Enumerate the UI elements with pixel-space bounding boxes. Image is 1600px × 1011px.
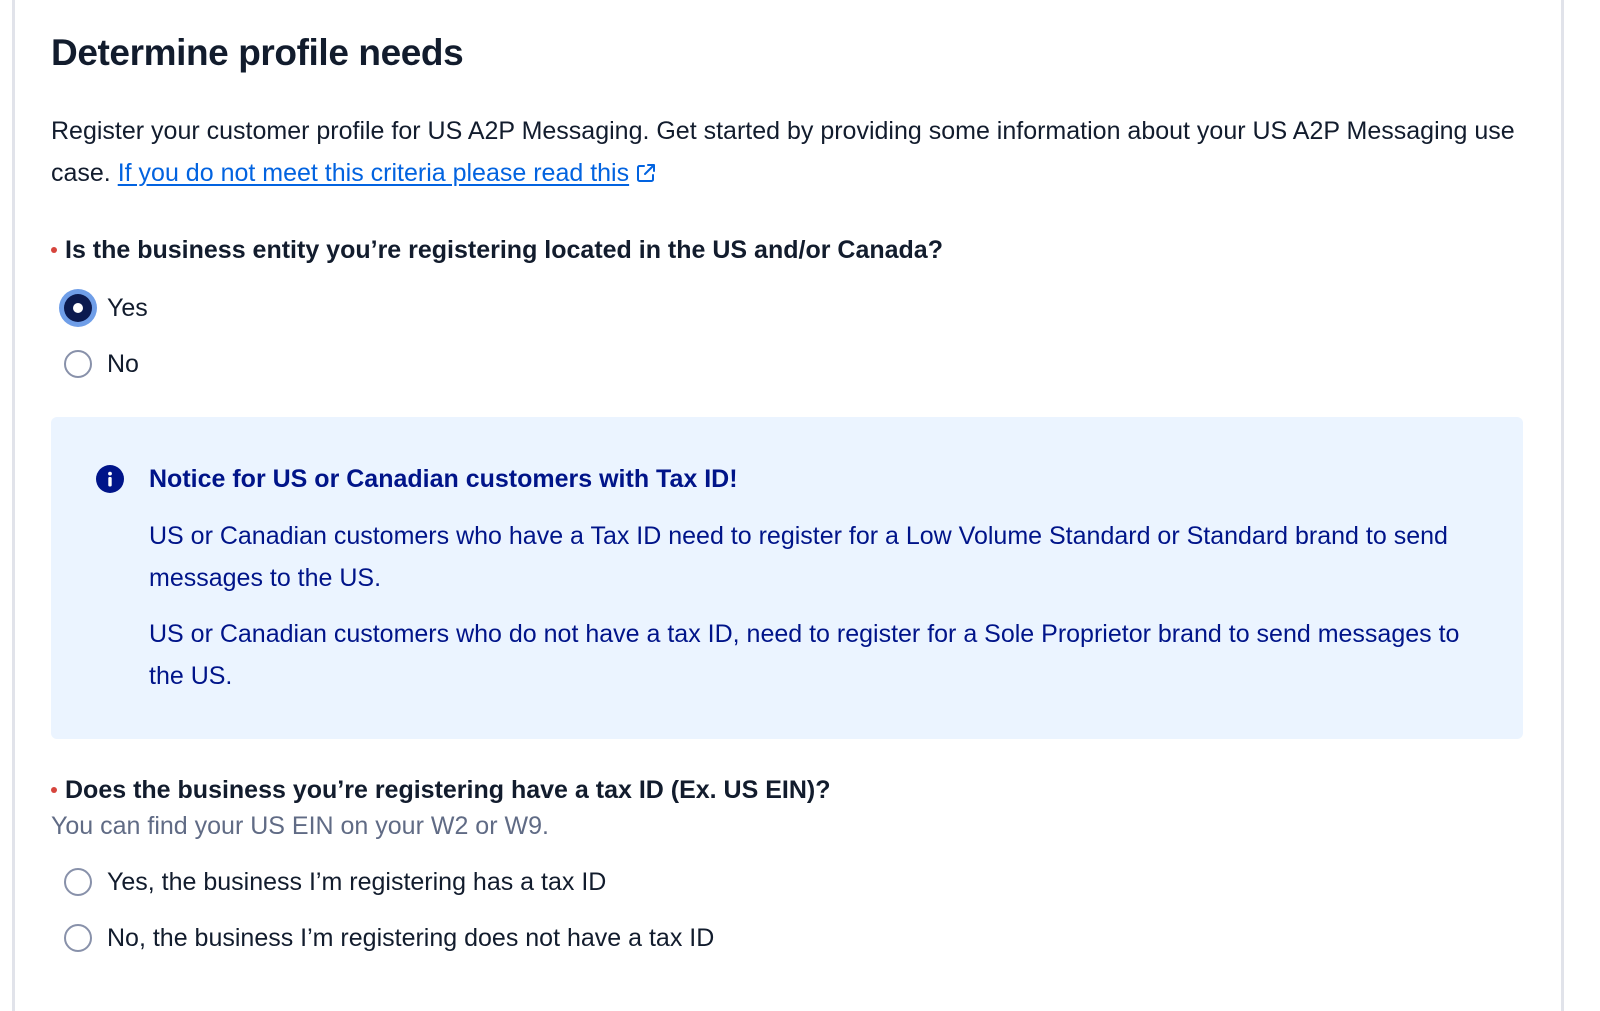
radio-label-no: No [107,349,139,378]
radio-option-no-tax-id[interactable]: No, the business I’m registering does no… [64,917,714,959]
criteria-link-text: If you do not meet this criteria please … [117,159,630,187]
radio-option-yes[interactable]: Yes [64,287,148,329]
tax-id-notice: Notice for US or Canadian customers with… [51,417,1523,739]
required-indicator [51,247,57,253]
required-indicator [51,787,57,793]
intro-paragraph: Register your customer profile for US A2… [51,110,1521,197]
radio-label-no-tax-id: No, the business I’m registering does no… [107,923,715,952]
notice-paragraph: US or Canadian customers who do not have… [149,620,1460,690]
location-question-label: Is the business entity you’re registerin… [65,236,943,264]
criteria-link[interactable]: If you do not meet this criteria please … [118,159,629,187]
location-question: Is the business entity you’re registerin… [51,236,943,265]
notice-title: Notice for US or Canadian customers with… [149,465,738,493]
info-icon [96,465,124,493]
page: Determine profile needs Register your cu… [0,0,1600,1011]
tax-id-question: Does the business you’re registering hav… [51,776,831,805]
radio-button-checked[interactable] [64,294,92,322]
radio-option-has-tax-id[interactable]: Yes, the business I’m registering has a … [64,861,606,903]
notice-paragraph: US or Canadian customers who have a Tax … [149,522,1448,592]
radio-button[interactable] [64,868,92,896]
radio-button[interactable] [64,350,92,378]
external-link-icon[interactable] [635,155,657,197]
radio-button[interactable] [64,924,92,952]
radio-option-no[interactable]: No [64,343,139,385]
radio-label-has-tax-id: Yes, the business I’m registering has a … [107,867,607,896]
radio-label-yes: Yes [107,293,148,322]
right-divider [1561,0,1564,1011]
left-divider [12,0,15,1011]
page-title: Determine profile needs [51,32,464,73]
tax-id-help-text: You can find your US EIN on your W2 or W… [51,812,549,840]
tax-id-question-label: Does the business you’re registering hav… [65,776,831,804]
